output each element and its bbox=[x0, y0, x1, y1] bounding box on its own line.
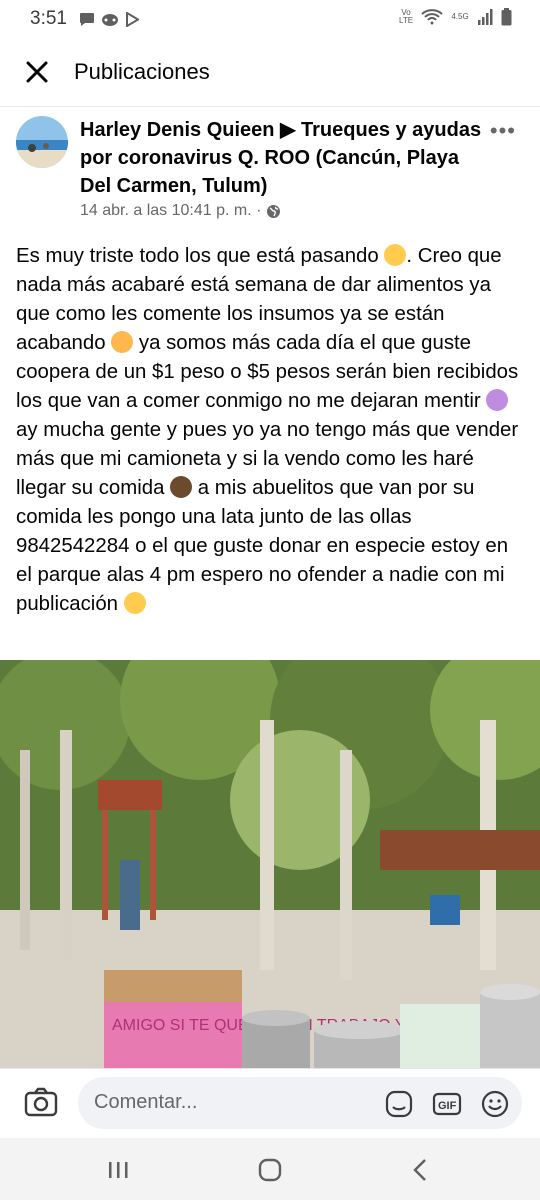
post-photo[interactable]: AMIGO SI TE QUEDAS SIN TRABAJO Y bbox=[0, 660, 540, 1070]
post-author-line: Harley Denis Quieen ▶ Trueques y ayudas … bbox=[80, 116, 485, 200]
post-text-1: Es muy triste todo los que está pasando bbox=[16, 245, 385, 267]
status-time: 3:51 bbox=[30, 8, 67, 29]
signal-type-label: 4.5G bbox=[451, 12, 469, 21]
comment-bar: Comentar... GIF bbox=[0, 1068, 540, 1139]
post-meta: 14 abr. a las 10:41 p. m. · bbox=[80, 202, 281, 220]
game-controller-icon bbox=[101, 13, 118, 26]
status-bar: 3:51 Vo LTE 4.5G bbox=[0, 0, 540, 38]
message-icon bbox=[79, 12, 94, 26]
more-options-button[interactable]: ••• bbox=[490, 118, 516, 144]
top-bar: Publicaciones bbox=[0, 38, 540, 107]
home-button[interactable] bbox=[250, 1156, 290, 1184]
post-timestamp[interactable]: 14 abr. a las 10:41 p. m. · bbox=[80, 202, 261, 220]
camera-icon bbox=[24, 1087, 58, 1117]
confounded-face-emoji-icon bbox=[486, 389, 509, 411]
back-icon bbox=[413, 1159, 426, 1181]
author-avatar[interactable] bbox=[16, 116, 68, 168]
close-icon bbox=[26, 61, 48, 83]
play-store-icon bbox=[125, 11, 139, 27]
volte-label: Vo LTE bbox=[399, 8, 414, 25]
post-header: Harley Denis Quieen ▶ Trueques y ayudas … bbox=[0, 112, 540, 230]
camera-button[interactable] bbox=[24, 1087, 58, 1117]
wifi-icon bbox=[421, 9, 443, 25]
signal-icon bbox=[478, 9, 493, 25]
pleading-face-emoji-icon bbox=[111, 331, 134, 353]
svg-text:GIF: GIF bbox=[438, 1100, 457, 1112]
notification-icons bbox=[79, 11, 139, 27]
post-body: Es muy triste todo los que está pasando … bbox=[16, 242, 528, 619]
pot-of-food-emoji-icon bbox=[170, 476, 193, 498]
page-title: Publicaciones bbox=[74, 59, 210, 84]
back-button[interactable] bbox=[400, 1156, 440, 1184]
comment-input[interactable]: Comentar... GIF bbox=[78, 1077, 522, 1129]
sticker-icon[interactable] bbox=[384, 1089, 414, 1119]
recent-apps-button[interactable] bbox=[98, 1156, 138, 1184]
gif-icon[interactable]: GIF bbox=[432, 1089, 462, 1119]
author-name[interactable]: Harley Denis Quieen bbox=[80, 119, 275, 141]
public-globe-icon bbox=[267, 204, 281, 218]
comment-placeholder: Comentar... bbox=[94, 1091, 198, 1113]
sad-face-emoji-icon bbox=[384, 244, 407, 266]
home-icon bbox=[258, 1158, 282, 1182]
arrow-right-icon: ▶ bbox=[280, 119, 302, 141]
recent-apps-icon bbox=[109, 1162, 128, 1178]
system-navigation-bar bbox=[0, 1138, 540, 1200]
close-button[interactable] bbox=[22, 57, 52, 87]
emoji-icon[interactable] bbox=[480, 1089, 510, 1119]
park-photo-illustration: AMIGO SI TE QUEDAS SIN TRABAJO Y bbox=[0, 660, 540, 1070]
sad-face-emoji-icon bbox=[123, 592, 146, 614]
system-status-icons: Vo LTE 4.5G bbox=[399, 8, 512, 26]
battery-icon bbox=[501, 8, 512, 26]
